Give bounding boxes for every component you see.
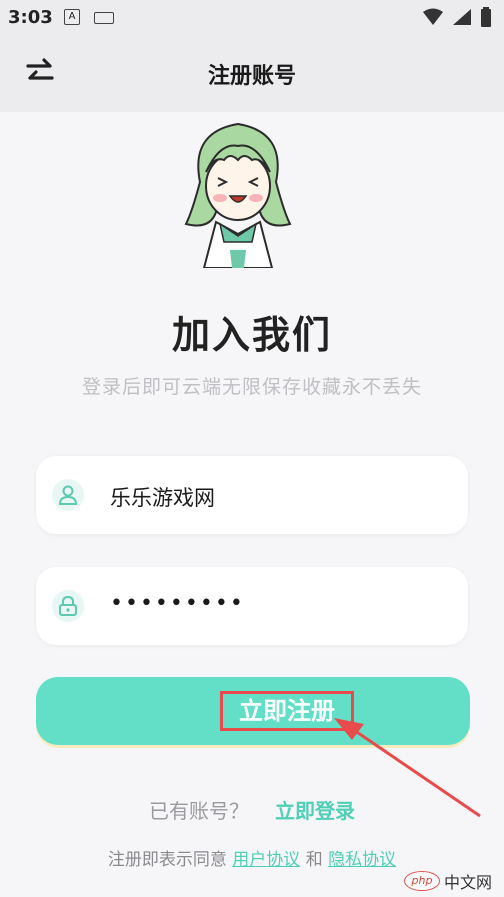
lock-icon — [52, 590, 84, 622]
agreement-row: 注册即表示同意 用户协议 和 隐私协议 — [0, 845, 504, 870]
password-field[interactable]: ••••••••• — [36, 567, 468, 645]
login-prompt: 已有账号？ — [149, 799, 249, 823]
password-input[interactable]: ••••••••• — [110, 591, 245, 616]
hero-title: 加入我们 — [171, 313, 332, 357]
username-input[interactable]: 乐乐游戏网 — [110, 482, 215, 512]
keyboard-icon — [94, 12, 114, 24]
page-title: 注册账号 — [207, 64, 296, 89]
notification-a-icon: A — [64, 9, 80, 25]
watermark-text: 中文网 — [443, 873, 492, 892]
app-bar: 注册账号 — [0, 34, 504, 112]
username-field[interactable]: 乐乐游戏网 — [36, 456, 468, 534]
user-agreement-link[interactable]: 用户协议 — [232, 850, 300, 870]
watermark-logo: php — [403, 871, 440, 891]
signal-icon — [453, 9, 471, 25]
wifi-icon — [423, 8, 443, 25]
privacy-link[interactable]: 隐私协议 — [328, 850, 396, 870]
avatar-illustration — [184, 122, 292, 268]
status-bar: 3:03 A — [0, 0, 504, 34]
status-icons — [422, 6, 492, 28]
agreement-prefix: 注册即表示同意 — [107, 850, 227, 870]
battery-icon — [481, 7, 491, 27]
hero-subtitle: 登录后即可云端无限保存收藏永不丢失 — [81, 376, 422, 398]
agreement-and: 和 — [305, 850, 323, 870]
login-link[interactable]: 立即登录 — [275, 799, 355, 823]
login-row: 已有账号？ 立即登录 — [0, 795, 504, 824]
status-time: 3:03 — [8, 7, 53, 28]
watermark: php 中文网 — [403, 869, 492, 893]
user-icon — [52, 479, 84, 511]
